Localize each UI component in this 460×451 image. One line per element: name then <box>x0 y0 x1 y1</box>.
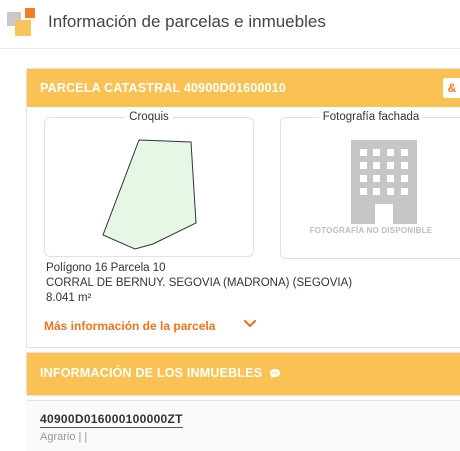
building-icon <box>351 140 417 224</box>
fachada-panel: Fotografía fachada FOTOGRAFÍA NO DISPONI… <box>280 111 460 259</box>
inmuebles-title: INFORMACIÓN DE LOS INMUEBLES <box>40 366 263 380</box>
inmueble-uso: Agrario | | <box>40 431 88 443</box>
inmuebles-card: INFORMACIÓN DE LOS INMUEBLES <box>26 352 460 396</box>
inmueble-list-item: 40900D016000100000ZT Agrario | | <box>26 400 460 451</box>
inmueble-ref-link[interactable]: 40900D016000100000ZT <box>40 412 183 428</box>
catastro-logo-icon <box>5 6 39 40</box>
fachada-label: Fotografía fachada <box>318 111 424 123</box>
mas-info-link[interactable]: Más información de la parcela <box>44 319 215 333</box>
no-photo-text: FOTOGRAFÍA NO DISPONIBLE <box>309 226 433 235</box>
localizacion: CORRAL DE BERNUY. SEGOVIA (MADRONA) (SEG… <box>46 277 353 289</box>
croquis-panel[interactable]: Croquis <box>44 111 254 257</box>
parcela-card: PARCELA CATASTRAL 40900D01600010 & Croqu… <box>26 68 460 348</box>
superficie: 8.041 m² <box>46 292 92 304</box>
chevron-down-icon[interactable] <box>243 319 257 329</box>
parcela-header: PARCELA CATASTRAL 40900D01600010 & <box>27 69 460 107</box>
chat-icon[interactable] <box>269 368 281 379</box>
inmuebles-header: INFORMACIÓN DE LOS INMUEBLES <box>27 353 460 395</box>
link-icon[interactable]: & <box>443 78 460 98</box>
app-header: Información de parcelas e inmuebles <box>0 0 460 44</box>
header-divider <box>0 48 460 49</box>
parcela-title: PARCELA CATASTRAL 40900D01600010 <box>40 81 287 95</box>
poligono-parcela: Polígono 16 Parcela 10 <box>46 262 166 274</box>
parcel-sketch[interactable] <box>45 118 253 256</box>
page-title: Información de parcelas e inmuebles <box>48 12 326 31</box>
